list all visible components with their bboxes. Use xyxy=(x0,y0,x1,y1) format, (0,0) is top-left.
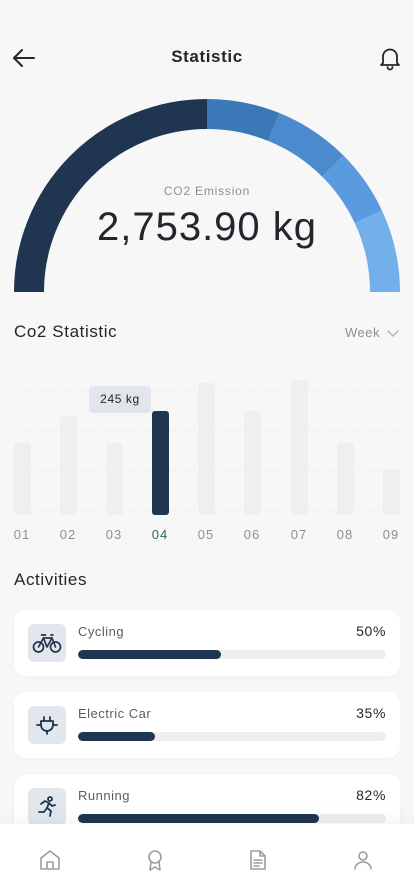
activity-progress xyxy=(78,814,386,823)
activity-percent: 50% xyxy=(356,623,386,639)
activity-name: Cycling xyxy=(78,624,125,639)
chart-x-label: 03 xyxy=(105,527,123,542)
user-icon xyxy=(354,851,372,870)
gauge-segment xyxy=(14,99,208,293)
activity-icon-box xyxy=(28,624,66,662)
tab-profile[interactable] xyxy=(349,846,377,874)
chart-x-label: 02 xyxy=(59,527,77,542)
notifications-button[interactable] xyxy=(376,44,404,72)
co2-bar-chart: 01 02 03 04 05 06 07 08 09 245 kg xyxy=(0,370,414,550)
chart-bar[interactable] xyxy=(106,443,123,515)
progress-fill xyxy=(78,650,222,659)
chart-x-label: 06 xyxy=(243,527,261,542)
progress-fill xyxy=(78,732,155,741)
chart-x-label: 04 xyxy=(151,527,169,542)
chevron-down-icon xyxy=(387,329,399,337)
home-icon xyxy=(40,850,60,870)
statistic-title: Co2 Statistic xyxy=(14,322,118,341)
gauge-segment xyxy=(267,113,344,177)
activities-title: Activities xyxy=(14,570,88,589)
chart-bar[interactable] xyxy=(291,380,308,515)
chart-x-label: 09 xyxy=(382,527,400,542)
bar-tooltip: 245 kg xyxy=(89,386,151,413)
chart-x-label: 05 xyxy=(197,527,215,542)
period-label: Week xyxy=(345,325,380,340)
document-icon xyxy=(250,850,266,870)
gauge-segment xyxy=(206,99,280,141)
activity-card-cycling[interactable]: Cycling 50% xyxy=(14,610,400,676)
bottom-tab-bar xyxy=(0,824,414,896)
activity-progress xyxy=(78,650,386,659)
chart-x-label: 01 xyxy=(13,527,31,542)
tab-home[interactable] xyxy=(36,846,64,874)
plug-icon xyxy=(36,716,58,735)
chart-bar[interactable] xyxy=(198,383,215,515)
award-icon xyxy=(148,850,162,871)
bicycle-icon xyxy=(32,634,62,653)
chart-bar[interactable] xyxy=(14,443,31,515)
activity-card-electric-car[interactable]: Electric Car 35% xyxy=(14,692,400,758)
bars-area xyxy=(0,370,414,515)
activity-icon-box xyxy=(28,706,66,744)
activity-name: Running xyxy=(78,788,130,803)
tab-awards[interactable] xyxy=(141,846,169,874)
chart-x-label: 08 xyxy=(336,527,354,542)
bell-icon xyxy=(380,48,400,71)
chart-bar[interactable] xyxy=(337,443,354,515)
progress-fill xyxy=(78,814,320,823)
activity-percent: 35% xyxy=(356,705,386,721)
chart-bar[interactable] xyxy=(244,411,261,515)
activity-percent: 82% xyxy=(356,787,386,803)
chart-bar[interactable] xyxy=(60,416,77,515)
gauge-label: CO2 Emission xyxy=(163,184,251,198)
chart-x-label: 07 xyxy=(290,527,308,542)
running-icon xyxy=(38,796,56,817)
page-title: Statistic xyxy=(171,47,243,66)
period-select[interactable]: Week xyxy=(345,325,400,340)
activity-progress xyxy=(78,732,386,741)
tab-reports[interactable] xyxy=(244,846,272,874)
activity-name: Electric Car xyxy=(78,706,152,721)
chart-bar[interactable] xyxy=(383,469,400,515)
activity-icon-box xyxy=(28,788,66,826)
chart-bar[interactable] xyxy=(152,411,169,515)
gauge-value: 2,753.90 kg xyxy=(96,205,318,249)
